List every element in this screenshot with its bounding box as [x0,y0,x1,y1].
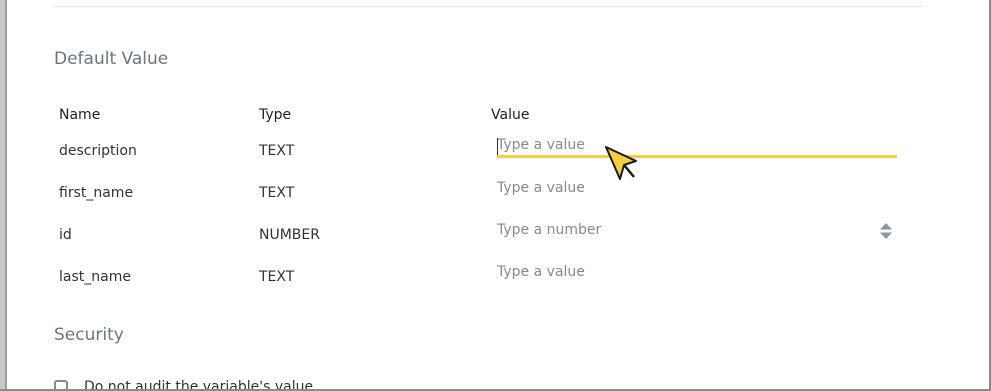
column-header-name: Name [59,107,101,123]
default-value-title: Default Value [54,49,169,69]
row-name-last-name: last_name [59,269,131,285]
variable-editor-panel: Default Value Name Type Value descriptio… [0,0,991,391]
divider [54,6,924,7]
row-type-description: TEXT [259,143,295,159]
value-input-last-name[interactable] [497,260,897,284]
up-down-stepper-icon[interactable] [879,222,893,240]
audit-checkbox[interactable] [54,380,68,389]
row-name-first-name: first_name [59,185,134,201]
row-type-id: NUMBER [259,227,320,243]
audit-checkbox-label: Do not audit the variable's value [84,379,314,391]
mouse-pointer-icon [605,146,637,180]
text-caret [497,138,498,155]
row-name-description: description [59,143,137,159]
column-header-type: Type [259,107,292,123]
value-input-description[interactable] [497,134,897,158]
left-scroll-rail [0,0,7,389]
row-type-first-name: TEXT [259,185,295,201]
row-name-id: id [59,227,72,243]
value-input-id[interactable] [497,218,872,242]
value-input-first-name[interactable] [497,176,897,200]
row-type-last-name: TEXT [259,269,295,285]
security-title: Security [54,325,124,345]
column-header-value: Value [491,107,530,123]
